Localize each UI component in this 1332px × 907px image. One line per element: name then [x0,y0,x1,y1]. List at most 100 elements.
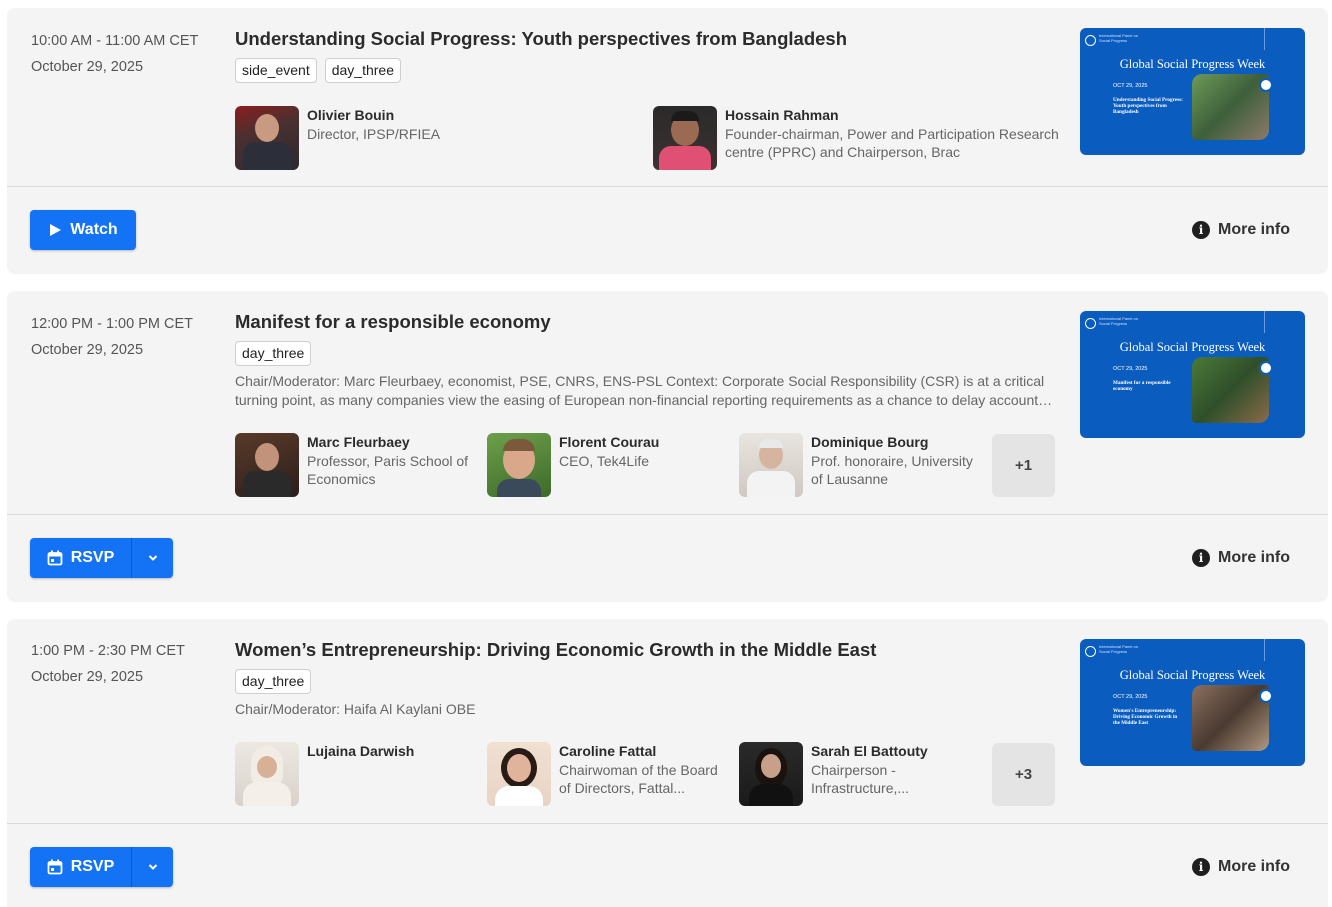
speaker[interactable]: Dominique Bourg Prof. honoraire, Univers… [739,433,973,497]
event-time: 1:00 PM - 2:30 PM CET [31,643,185,659]
event-thumbnail[interactable]: International Panel on Social Progress G… [1080,28,1305,155]
speaker-name: Hossain Rahman [725,107,839,123]
speaker-avatar [653,106,717,170]
thumb-divider [1264,311,1265,333]
thumb-date: OCT 29, 2025 [1113,366,1148,372]
rsvp-button-group: RSVP [30,538,173,578]
speaker-name: Lujaina Darwish [307,743,415,759]
speaker-avatar [487,742,551,806]
thumb-photo [1192,74,1269,140]
watch-button[interactable]: Watch [30,210,136,250]
more-speakers-button[interactable]: +3 [992,743,1055,806]
thumb-week-title: Global Social Progress Week [1119,57,1266,71]
thumb-week-title: Global Social Progress Week [1119,668,1266,682]
ipsp-logo-icon [1085,35,1096,46]
event-title[interactable]: Understanding Social Progress: Youth per… [235,28,847,50]
thumb-subtitle: Women's Entrepreneurship: Driving Econom… [1113,708,1178,726]
rsvp-button-group: RSVP [30,847,173,887]
speaker-role: Professor, Paris School of [307,452,469,469]
thumb-badge-icon [1259,78,1273,92]
event-time: 10:00 AM - 11:00 AM CET [31,33,199,49]
tag[interactable]: day_three [235,341,312,366]
ipsp-logo-icon [1085,318,1096,329]
speaker-role: Chairperson - [811,761,896,778]
event-title[interactable]: Manifest for a responsible economy [235,311,551,333]
speaker-name: Florent Courau [559,434,660,450]
card-divider [7,823,1328,824]
event-thumbnail[interactable]: International Panel on Social Progress G… [1080,639,1305,766]
speaker-role: Founder-chairman, Power and Participatio… [725,125,1059,142]
tag[interactable]: side_event [235,58,317,83]
speaker-role: Economics [307,471,376,487]
speaker[interactable]: Florent Courau CEO, Tek4Life [487,433,659,497]
speaker-role: centre (PPRC) and Chairperson, Brac [725,144,960,160]
thumb-divider [1264,28,1265,50]
speaker[interactable]: Olivier Bouin Director, IPSP/RFIEA [235,106,440,170]
speaker[interactable]: Hossain Rahman Founder-chairman, Power a… [653,106,1059,170]
rsvp-dropdown-button[interactable] [132,847,173,887]
thumb-subtitle: Manifest for a responsible economy [1113,380,1171,392]
speaker-name: Marc Fleurbaey [307,434,410,450]
event-card: 12:00 PM - 1:00 PM CET October 29, 2025 … [7,291,1328,602]
calendar-icon [47,859,63,875]
more-info-link[interactable]: i More info [1192,858,1290,876]
speaker-role: Chairwoman of the Board [559,761,718,778]
watch-label: Watch [70,221,118,238]
info-icon: i [1192,858,1210,876]
more-info-label: More info [1218,549,1290,566]
speaker-avatar [739,433,803,497]
description-line: turning point, as many companies view th… [235,392,1055,408]
speaker-role: of Directors, Fattal... [559,780,686,796]
speaker[interactable]: Caroline Fattal Chairwoman of the Board … [487,742,718,806]
description-line: Chair/Moderator: Marc Fleurbaey, economi… [235,373,1045,389]
more-info-link[interactable]: i More info [1192,549,1290,567]
rsvp-label: RSVP [70,858,115,875]
speaker-avatar [235,742,299,806]
rsvp-dropdown-button[interactable] [132,538,173,578]
speaker-name: Caroline Fattal [559,743,657,759]
event-tags: side_event day_three [235,58,401,83]
thumb-org: International Panel on Social Progress [1099,33,1138,43]
event-date: October 29, 2025 [31,669,144,685]
speaker-avatar [235,433,299,497]
event-card: 10:00 AM - 11:00 AM CET October 29, 2025… [7,8,1328,274]
event-description: Chair/Moderator: Haifa Al Kaylani OBE [235,700,1055,719]
speaker-role: Infrastructure,... [811,780,910,796]
thumb-divider [1264,639,1265,661]
speaker[interactable]: Sarah El Battouty Chairperson - Infrastr… [739,742,928,806]
thumb-photo [1192,357,1269,423]
play-icon [50,224,62,236]
speaker-name: Olivier Bouin [307,107,395,123]
ipsp-logo-icon [1085,646,1096,657]
event-card: 1:00 PM - 2:30 PM CET October 29, 2025 W… [7,619,1328,907]
event-tags: day_three [235,341,312,366]
rsvp-button[interactable]: RSVP [30,847,131,887]
tag[interactable]: day_three [235,669,312,694]
event-list: 10:00 AM - 11:00 AM CET October 29, 2025… [0,0,1332,907]
event-date: October 29, 2025 [31,342,144,358]
event-title[interactable]: Women’s Entrepreneurship: Driving Econom… [235,639,876,661]
event-date: October 29, 2025 [31,59,144,75]
speaker-name: Sarah El Battouty [811,743,928,759]
event-thumbnail[interactable]: International Panel on Social Progress G… [1080,311,1305,438]
more-info-link[interactable]: i More info [1192,221,1290,239]
speaker-name: Dominique Bourg [811,434,929,450]
speaker-role: of Lausanne [811,471,889,487]
more-speakers-button[interactable]: +1 [992,434,1055,497]
chevron-down-icon [148,864,157,870]
speaker-role: Prof. honoraire, University [811,452,973,469]
tag[interactable]: day_three [324,58,401,83]
speaker-role: Director, IPSP/RFIEA [307,125,441,142]
info-icon: i [1192,549,1210,567]
info-icon: i [1192,221,1210,239]
thumb-org: International Panel on Social Progress [1099,316,1138,326]
speaker[interactable]: Lujaina Darwish [235,742,414,806]
thumb-date: OCT 29, 2025 [1113,83,1148,89]
speaker-avatar [487,433,551,497]
rsvp-button[interactable]: RSVP [30,538,131,578]
more-info-label: More info [1218,221,1290,238]
thumb-subtitle: Understanding Social Progress: Youth per… [1113,97,1183,115]
event-time: 12:00 PM - 1:00 PM CET [31,316,193,332]
event-description: Chair/Moderator: Marc Fleurbaey, economi… [235,372,1055,410]
speaker[interactable]: Marc Fleurbaey Professor, Paris School o… [235,433,468,497]
